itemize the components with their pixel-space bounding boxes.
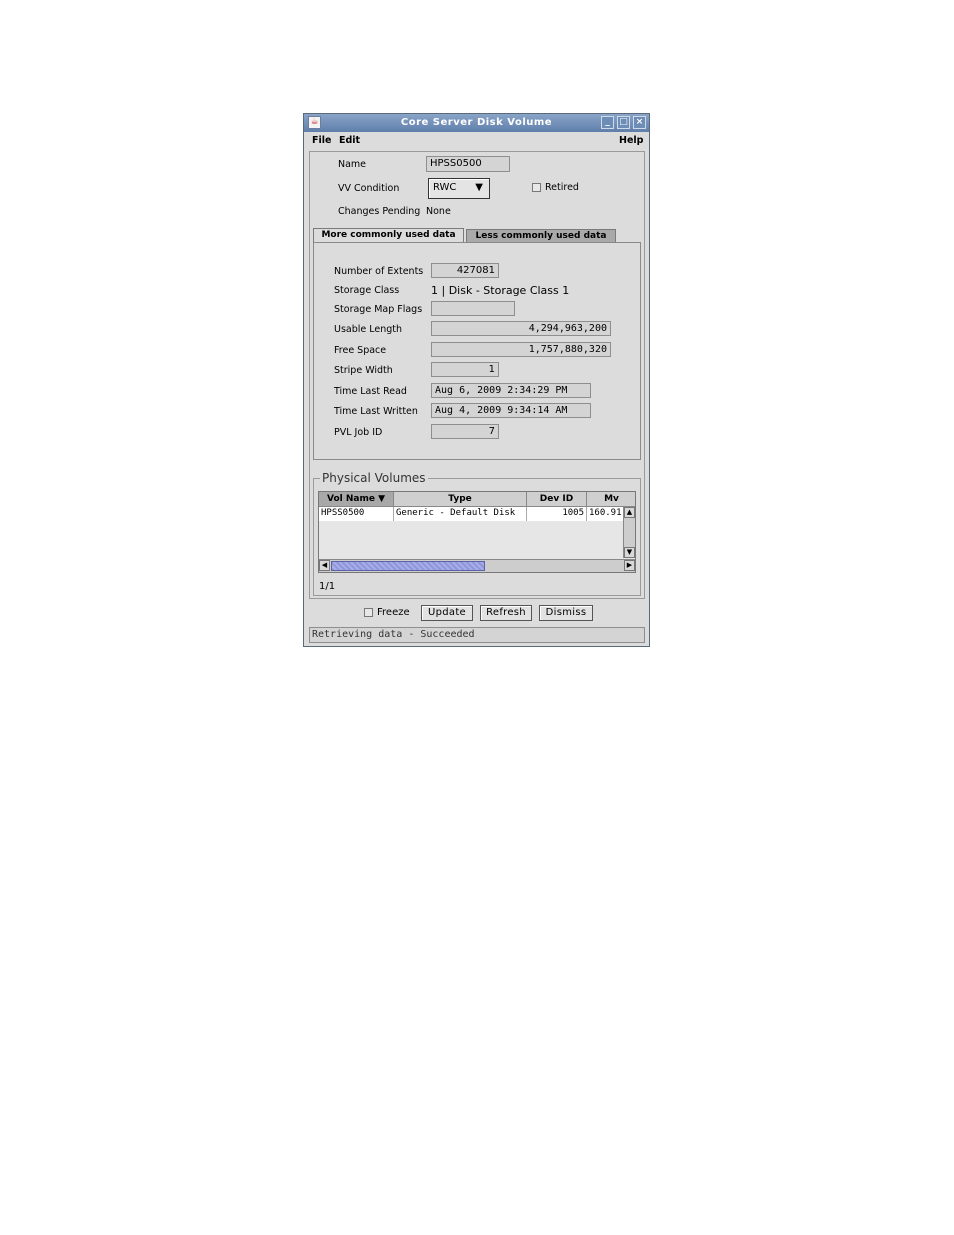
name-label: Name — [338, 159, 367, 170]
free-space-field: 1,757,880,320 — [431, 342, 611, 357]
scroll-up-arrow-icon[interactable]: ▲ — [624, 507, 635, 518]
table-cell-type[interactable]: Generic - Default Disk — [394, 507, 527, 521]
update-button[interactable]: Update — [421, 605, 473, 621]
status-bar: Retrieving data - Succeeded — [309, 627, 645, 643]
retired-label: Retired — [545, 182, 579, 193]
menu-edit[interactable]: Edit — [339, 135, 360, 146]
menu-file[interactable]: File — [312, 135, 331, 146]
column-header-vol-name[interactable]: Vol Name ▼ — [319, 492, 394, 507]
scroll-down-arrow-icon[interactable]: ▼ — [624, 547, 635, 558]
pvl-job-id-field: 7 — [431, 424, 499, 439]
menu-help[interactable]: Help — [619, 135, 643, 146]
menu-bar: File Edit Help — [304, 133, 649, 149]
stripe-width-label: Stripe Width — [334, 365, 393, 376]
maximize-button[interactable]: □ — [617, 116, 630, 129]
name-field: HPSS0500 — [426, 156, 510, 172]
map-flags-label: Storage Map Flags — [334, 304, 423, 315]
column-header-mv[interactable]: Mv — [587, 492, 635, 507]
vertical-scrollbar[interactable]: ▲ ▼ — [623, 507, 635, 558]
tab-more-common[interactable]: More commonly used data — [313, 228, 464, 242]
vv-condition-select[interactable]: RWC ▼ — [428, 178, 490, 199]
horizontal-scroll-thumb[interactable] — [331, 561, 485, 571]
changes-pending-value: None — [426, 206, 451, 217]
main-panel: Name HPSS0500 VV Condition RWC ▼ Retired… — [309, 151, 645, 599]
vv-condition-value: RWC — [433, 182, 457, 193]
freeze-label: Freeze — [377, 607, 410, 618]
window-title: Core Server Disk Volume — [400, 117, 553, 128]
freeze-checkbox[interactable] — [364, 608, 373, 617]
usable-length-label: Usable Length — [334, 324, 403, 335]
physical-volumes-group: Physical Volumes Vol Name ▼ Type Dev ID … — [313, 471, 641, 596]
refresh-button[interactable]: Refresh — [480, 605, 532, 621]
usable-length-field: 4,294,963,200 — [431, 321, 611, 336]
horizontal-scrollbar[interactable]: ◀ ▶ — [319, 559, 635, 572]
time-last-written-field: Aug 4, 2009 9:34:14 AM — [431, 403, 591, 418]
table-cell-mv[interactable]: 160.91 — [587, 507, 625, 521]
vv-condition-label: VV Condition — [338, 183, 400, 194]
physical-volumes-table[interactable]: Vol Name ▼ Type Dev ID Mv HPSS0500 Gener… — [318, 491, 636, 573]
close-button[interactable]: × — [633, 116, 646, 129]
table-cell-dev-id[interactable]: 1005 — [527, 507, 587, 521]
column-header-dev-id[interactable]: Dev ID — [527, 492, 587, 507]
storage-class-value: 1 | Disk - Storage Class 1 — [431, 284, 570, 297]
pvl-job-id-label: PVL Job ID — [334, 427, 383, 438]
time-last-read-field: Aug 6, 2009 2:34:29 PM — [431, 383, 591, 398]
title-bar[interactable]: ☕ Core Server Disk Volume _ □ × — [304, 114, 649, 132]
retired-checkbox[interactable] — [532, 183, 541, 192]
column-header-type[interactable]: Type — [394, 492, 527, 507]
core-server-disk-volume-window: ☕ Core Server Disk Volume _ □ × File Edi… — [303, 113, 650, 647]
tab-panel-more-common: Number of Extents 427081 Storage Class 1… — [313, 242, 641, 460]
storage-class-label: Storage Class — [334, 285, 400, 296]
scroll-left-arrow-icon[interactable]: ◀ — [319, 560, 330, 571]
free-space-label: Free Space — [334, 345, 387, 356]
scroll-right-arrow-icon[interactable]: ▶ — [624, 560, 635, 571]
extents-label: Number of Extents — [334, 266, 424, 277]
time-last-read-label: Time Last Read — [334, 386, 407, 397]
dropdown-arrow-icon: ▼ — [475, 182, 483, 193]
stripe-width-field: 1 — [431, 362, 499, 377]
map-flags-field — [431, 301, 515, 316]
record-count: 1/1 — [319, 581, 336, 592]
time-last-written-label: Time Last Written — [334, 406, 418, 417]
physical-volumes-legend: Physical Volumes — [320, 471, 428, 485]
extents-field: 427081 — [431, 263, 499, 278]
changes-pending-label: Changes Pending — [338, 206, 421, 217]
tab-less-common[interactable]: Less commonly used data — [466, 229, 616, 242]
table-cell-vol-name[interactable]: HPSS0500 — [319, 507, 394, 521]
minimize-button[interactable]: _ — [601, 116, 614, 129]
dismiss-button[interactable]: Dismiss — [539, 605, 593, 621]
